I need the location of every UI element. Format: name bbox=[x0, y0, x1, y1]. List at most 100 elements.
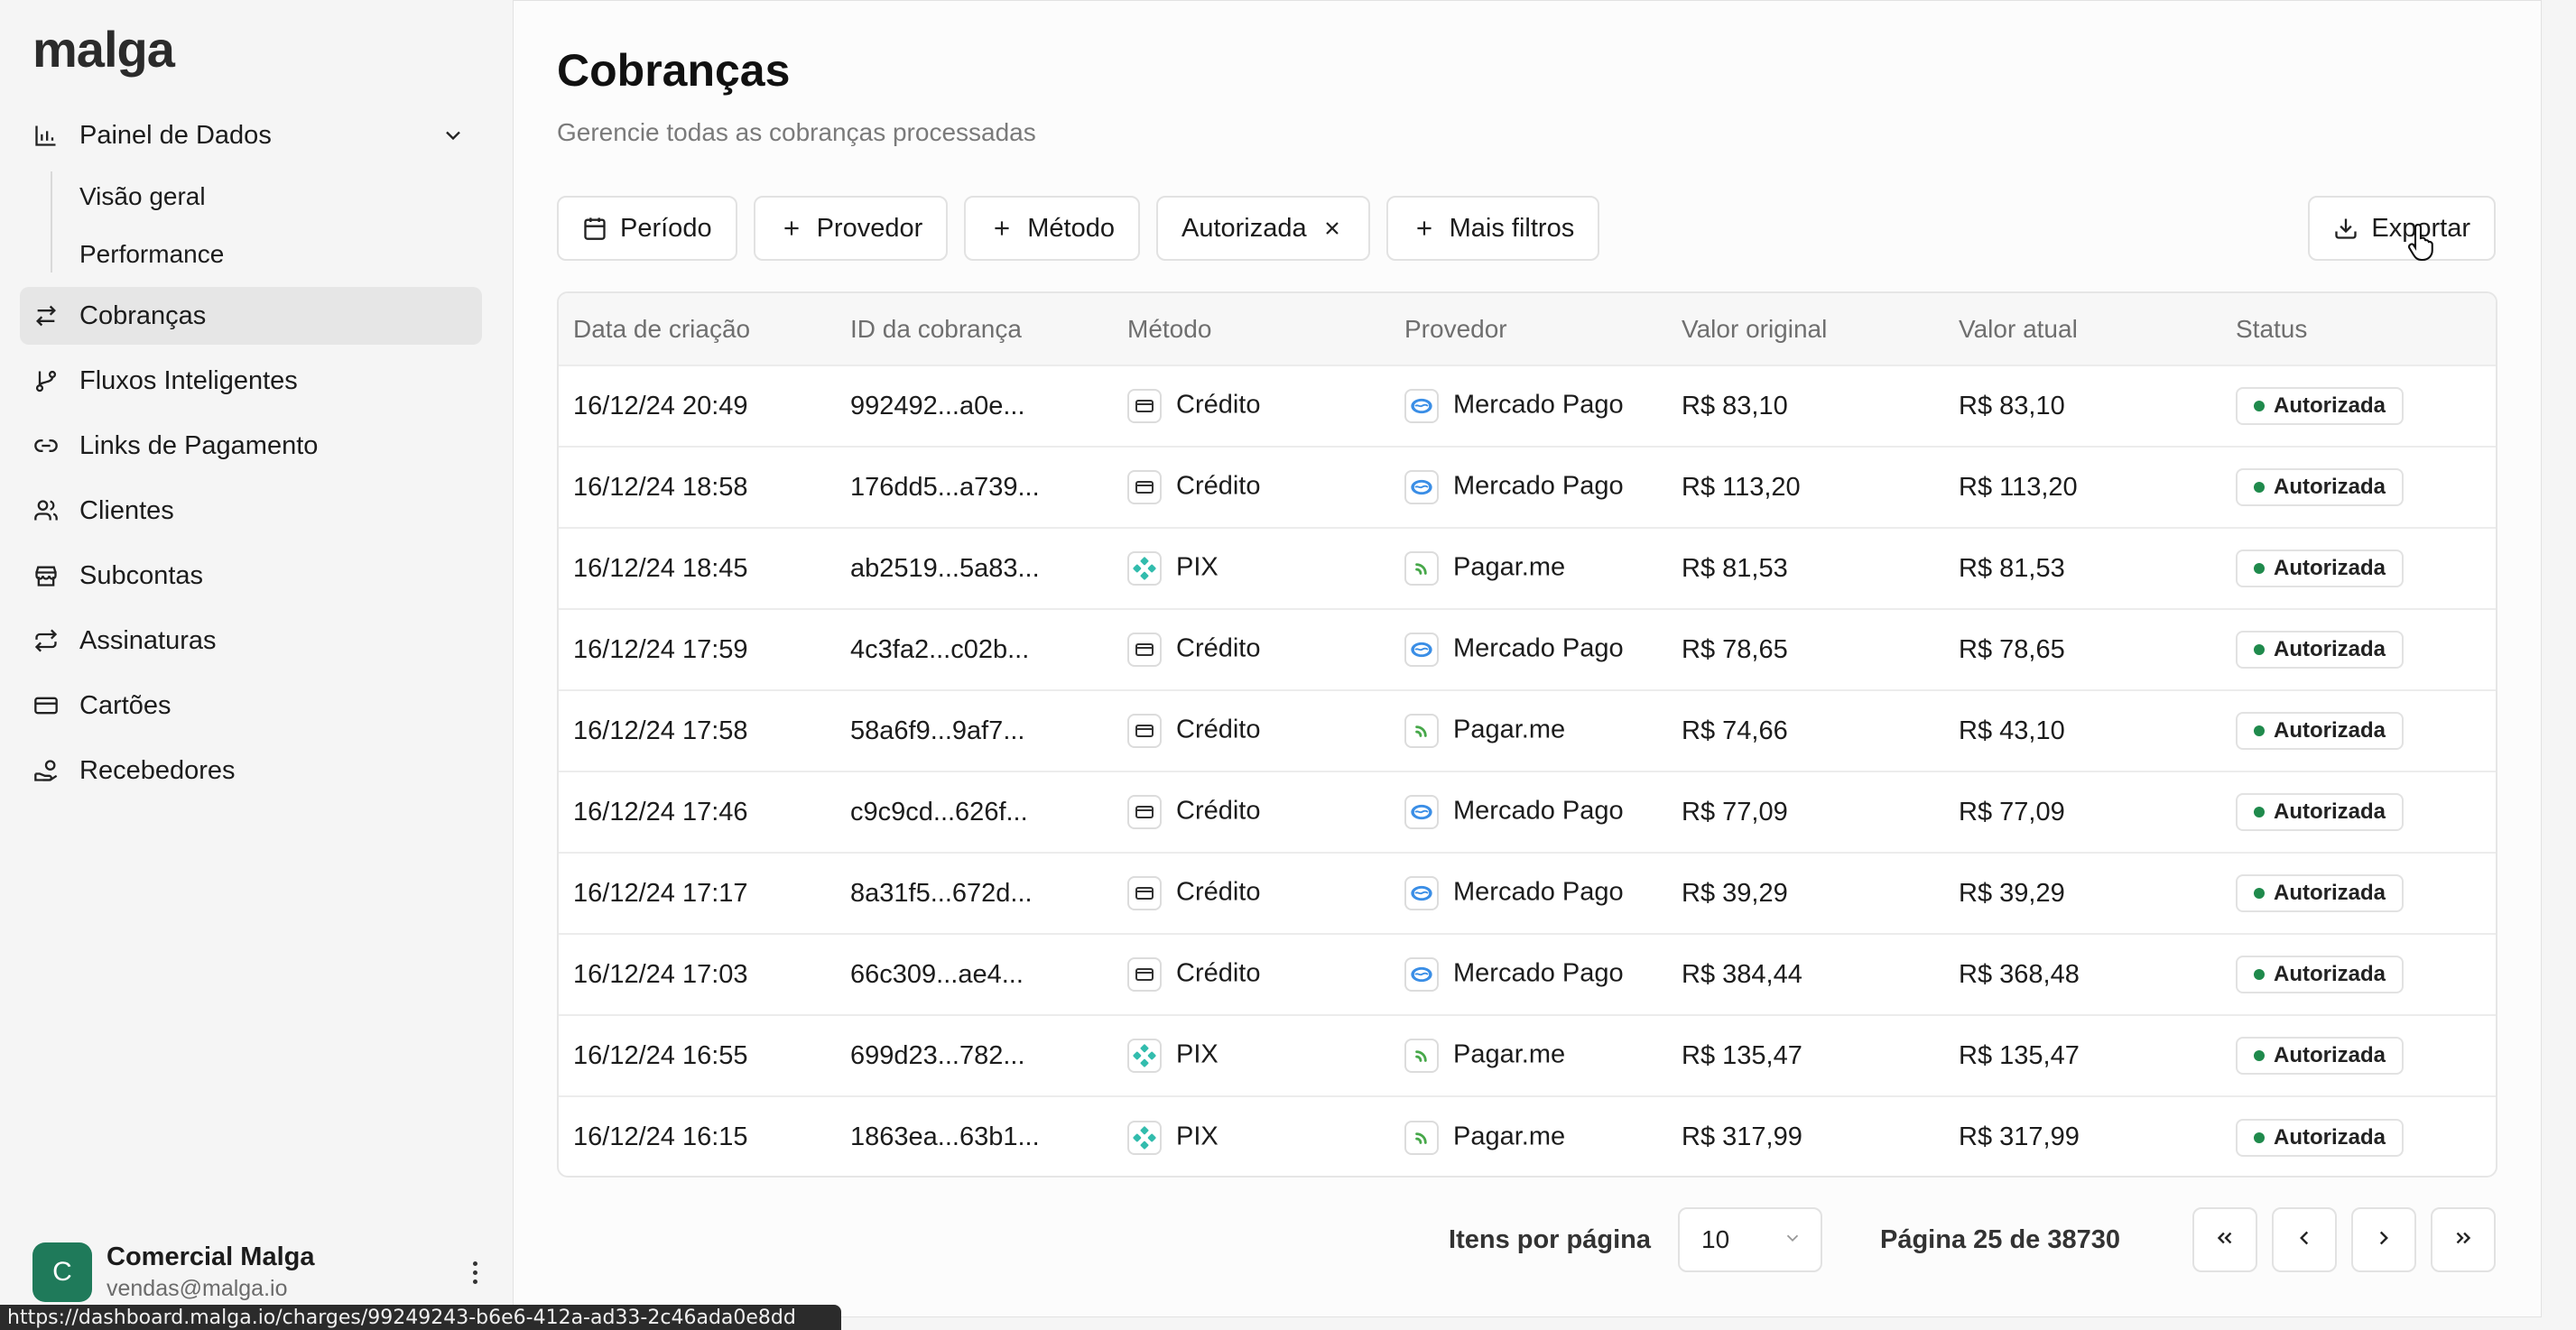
cell-charge-id[interactable]: 1863ea...63b1... bbox=[836, 1096, 1113, 1176]
sidebar-item-subcontas[interactable]: Subcontas bbox=[20, 547, 482, 605]
repeat-icon bbox=[32, 627, 60, 654]
provider-label: Mercado Pago bbox=[1453, 796, 1624, 826]
cell-charge-id[interactable]: c9c9cd...626f... bbox=[836, 771, 1113, 854]
cell-charge-id[interactable]: 58a6f9...9af7... bbox=[836, 690, 1113, 772]
status-label: Autorizada bbox=[2274, 556, 2386, 580]
page-size-select[interactable]: 10 bbox=[1678, 1207, 1822, 1272]
charges-table: Data de criação ID da cobrança Método Pr… bbox=[557, 291, 2497, 1178]
table-row[interactable]: 16/12/24 17:03 66c309...ae4... Crédito Merc… bbox=[559, 934, 2496, 1016]
cell-charge-id[interactable]: 699d23...782... bbox=[836, 1015, 1113, 1097]
sidebar-item-assinaturas[interactable]: Assinaturas bbox=[20, 612, 482, 670]
user-profile[interactable]: C Comercial Malga vendas@malga.io bbox=[32, 1240, 484, 1305]
sidebar-item-label: Assinaturas bbox=[79, 625, 217, 655]
more-filters-button[interactable]: Mais filtros bbox=[1385, 196, 1600, 261]
method-filter-button[interactable]: Método bbox=[964, 196, 1140, 261]
table-row[interactable]: 16/12/24 17:58 58a6f9...9af7... Crédito Pag… bbox=[559, 690, 2496, 772]
cell-date: 16/12/24 18:45 bbox=[559, 528, 836, 610]
method-label: Crédito bbox=[1176, 796, 1261, 826]
user-info: Comercial Malga vendas@malga.io bbox=[107, 1242, 314, 1302]
provider-filter-button[interactable]: Provedor bbox=[753, 196, 949, 261]
column-header-status[interactable]: Status bbox=[2221, 293, 2496, 366]
credit-card-icon bbox=[1127, 389, 1162, 423]
provider-label: Mercado Pago bbox=[1453, 877, 1624, 907]
chevrons-left-icon bbox=[2213, 1226, 2237, 1254]
calendar-icon bbox=[582, 216, 607, 241]
status-filter-chip[interactable]: Autorizada bbox=[1155, 196, 1370, 261]
cell-method: Crédito bbox=[1113, 447, 1390, 529]
cell-method: Crédito bbox=[1113, 365, 1390, 448]
method-label: Crédito bbox=[1176, 877, 1261, 907]
sidebar-item-links-de-pagamento[interactable]: Links de Pagamento bbox=[20, 417, 482, 475]
button-label: Período bbox=[620, 213, 712, 243]
status-badge: Autorizada bbox=[2236, 468, 2405, 506]
column-header-current-value[interactable]: Valor atual bbox=[1944, 293, 2221, 366]
table-row[interactable]: 16/12/24 18:58 176dd5...a739... Crédito Mer… bbox=[559, 447, 2496, 529]
status-badge: Autorizada bbox=[2236, 387, 2405, 425]
button-label: Mais filtros bbox=[1449, 213, 1575, 243]
download-icon bbox=[2333, 216, 2358, 241]
status-dot-icon bbox=[2254, 725, 2265, 736]
cell-date: 16/12/24 16:15 bbox=[573, 1122, 748, 1151]
cell-date: 16/12/24 17:59 bbox=[559, 609, 836, 691]
column-header-original-value[interactable]: Valor original bbox=[1667, 293, 1944, 366]
credit-card-icon bbox=[32, 692, 60, 719]
export-button[interactable]: Exportar bbox=[2308, 196, 2496, 261]
credit-card-icon bbox=[1127, 714, 1162, 748]
table-row[interactable]: 16/12/24 16:15 1863ea...63b1... PIX Pagar.m… bbox=[559, 1096, 2496, 1176]
status-label: Autorizada bbox=[2274, 799, 2386, 824]
column-header-method[interactable]: Método bbox=[1113, 293, 1390, 366]
sidebar-item-recebedores[interactable]: Recebedores bbox=[20, 742, 482, 799]
pix-icon bbox=[1127, 1039, 1162, 1073]
column-header-id[interactable]: ID da cobrança bbox=[836, 293, 1113, 366]
first-page-button[interactable] bbox=[2192, 1207, 2257, 1272]
sidebar-item-cobrancas[interactable]: Cobranças bbox=[20, 287, 482, 345]
table-row[interactable]: 16/12/24 17:46 c9c9cd...626f... Crédito Mer… bbox=[559, 771, 2496, 854]
cell-provider: Pagar.me bbox=[1390, 1096, 1667, 1176]
cell-charge-id[interactable]: 176dd5...a739... bbox=[836, 447, 1113, 529]
method-label: PIX bbox=[1176, 1039, 1219, 1069]
prev-page-button[interactable] bbox=[2272, 1207, 2337, 1272]
sidebar-item-cartoes[interactable]: Cartões bbox=[20, 677, 482, 734]
mercado-pago-logo-icon bbox=[1404, 389, 1439, 423]
method-label: Crédito bbox=[1176, 715, 1261, 744]
sidebar-item-visao-geral[interactable]: Visão geral bbox=[20, 171, 482, 222]
next-page-button[interactable] bbox=[2351, 1207, 2416, 1272]
malga-logo[interactable]: malga bbox=[32, 20, 175, 79]
chevron-down-icon[interactable] bbox=[440, 123, 466, 148]
sidebar-item-label: Links de Pagamento bbox=[79, 430, 319, 460]
table-row[interactable]: 16/12/24 17:17 8a31f5...672d... Crédito Mer… bbox=[559, 853, 2496, 935]
cell-charge-id[interactable]: 8a31f5...672d... bbox=[836, 853, 1113, 935]
link-preview-statusbar: https://dashboard.malga.io/charges/99249… bbox=[0, 1305, 841, 1330]
table-row[interactable]: 16/12/24 18:45 ab2519...5a83... PIX Pagar.m… bbox=[559, 528, 2496, 610]
period-filter-button[interactable]: Período bbox=[557, 196, 737, 261]
close-icon[interactable] bbox=[1320, 216, 1345, 241]
cell-charge-id[interactable]: 992492...a0e... bbox=[836, 365, 1113, 448]
cell-original-value: R$ 39,29 bbox=[1667, 853, 1944, 935]
method-label: Crédito bbox=[1176, 471, 1261, 501]
chevron-down-icon bbox=[1783, 1225, 1802, 1254]
cell-charge-id[interactable]: ab2519...5a83... bbox=[836, 528, 1113, 610]
cell-charge-id[interactable]: 66c309...ae4... bbox=[836, 934, 1113, 1016]
git-branch-icon bbox=[32, 367, 60, 394]
cell-current-value: R$ 83,10 bbox=[1944, 365, 2221, 448]
method-label: Crédito bbox=[1176, 633, 1261, 663]
column-header-provider[interactable]: Provedor bbox=[1390, 293, 1667, 366]
status-badge: Autorizada bbox=[2236, 793, 2405, 831]
cell-date: 16/12/24 20:49 bbox=[559, 365, 836, 448]
status-label: Autorizada bbox=[2274, 475, 2386, 499]
more-vertical-icon[interactable] bbox=[466, 1254, 484, 1290]
cell-charge-id[interactable]: 4c3fa2...c02b... bbox=[836, 609, 1113, 691]
sidebar-item-fluxos-inteligentes[interactable]: Fluxos Inteligentes bbox=[20, 352, 482, 410]
table-row[interactable]: 16/12/24 20:49 992492...a0e... Crédito Merc… bbox=[559, 365, 2496, 448]
column-header-date[interactable]: Data de criação bbox=[559, 293, 836, 366]
store-icon bbox=[32, 562, 60, 589]
table-body: 16/12/24 20:49 992492...a0e... Crédito Merc… bbox=[559, 365, 2496, 1176]
table-row[interactable]: 16/12/24 17:59 4c3fa2...c02b... Crédito Mer… bbox=[559, 609, 2496, 691]
sidebar-item-performance[interactable]: Performance bbox=[20, 229, 482, 280]
sidebar-item-painel-de-dados[interactable]: Painel de Dados bbox=[20, 106, 482, 164]
sidebar-item-clientes[interactable]: Clientes bbox=[20, 482, 482, 540]
table-row[interactable]: 16/12/24 16:55 699d23...782... PIX Pagar.me… bbox=[559, 1015, 2496, 1097]
cell-status: Autorizada bbox=[2221, 365, 2496, 448]
last-page-button[interactable] bbox=[2431, 1207, 2496, 1272]
page-subtitle: Gerencie todas as cobranças processadas bbox=[557, 118, 1036, 146]
